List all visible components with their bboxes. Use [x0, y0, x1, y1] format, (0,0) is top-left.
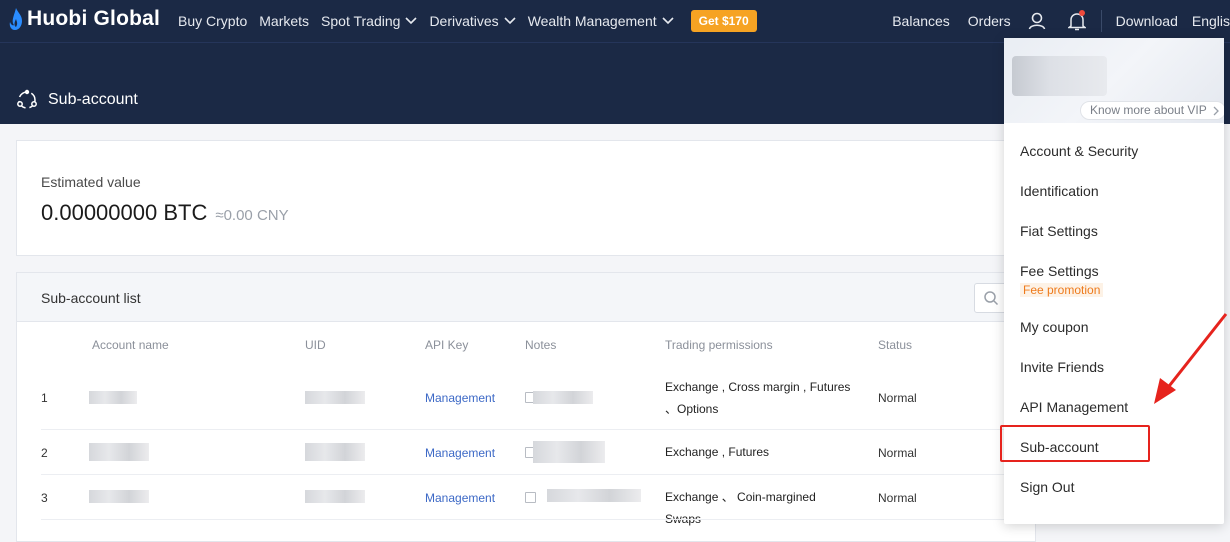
uid-redacted — [305, 391, 365, 404]
btc-value: 0.00000000 BTC — [41, 200, 208, 225]
menu-fiat-settings[interactable]: Fiat Settings — [1020, 223, 1098, 239]
trading-permissions: Exchange , Futures — [665, 445, 770, 459]
user-menu-button[interactable] — [1017, 0, 1057, 42]
nav-label: Spot Trading — [321, 13, 401, 29]
note-redacted — [547, 489, 641, 502]
api-management-link[interactable]: Management — [425, 491, 495, 505]
divider — [1100, 10, 1102, 32]
estimate-value: 0.00000000 BTC ≈0.00 CNY — [41, 200, 289, 226]
row-divider — [41, 519, 1031, 520]
top-navbar: Huobi Global Buy Crypto Markets Spot Tra… — [0, 0, 1230, 42]
nav-buy-crypto[interactable]: Buy Crypto — [178, 13, 247, 29]
status-text: Normal — [878, 446, 917, 460]
user-icon — [1028, 12, 1045, 30]
status-text: Normal — [878, 491, 917, 505]
api-management-link[interactable]: Management — [425, 391, 495, 405]
nav-markets[interactable]: Markets — [259, 13, 309, 29]
trading-permissions: Exchange 、 Coin-margined Swaps — [665, 490, 816, 526]
sub-account-list-card: Sub-account list Account name UID API Ke… — [16, 272, 1036, 542]
nav-right: Balances Orders Download Englis — [892, 0, 1230, 42]
nav-label: Buy Crypto — [178, 13, 248, 29]
account-name-redacted — [89, 490, 149, 503]
status-text: Normal — [878, 391, 917, 405]
promo-button[interactable]: Get $170 — [690, 10, 757, 32]
column-status: Status — [878, 338, 913, 352]
nav-label: Download — [1115, 13, 1178, 29]
logo-text: Huobi Global — [27, 7, 161, 30]
user-profile-header: Know more about VIP — [1004, 38, 1224, 123]
row-divider — [41, 429, 1031, 430]
nav-wealth-management[interactable]: Wealth Management — [528, 13, 674, 29]
nav-label: Markets — [259, 13, 310, 29]
page-title-text: Sub-account — [48, 91, 138, 108]
note-redacted — [533, 391, 593, 404]
nav-label: Balances — [892, 13, 950, 29]
vip-link-label: Know more about VIP — [1090, 103, 1207, 117]
uid-redacted — [305, 490, 365, 503]
flame-icon — [9, 8, 22, 30]
chevron-down-icon — [662, 17, 674, 25]
row-divider — [41, 474, 1031, 475]
chevron-right-icon — [1213, 106, 1219, 116]
nav-label: Orders — [967, 13, 1011, 29]
column-api-key: API Key — [425, 338, 469, 352]
edit-note-icon[interactable] — [525, 492, 536, 503]
nav-label: Englis — [1191, 13, 1230, 29]
menu-api-management[interactable]: API Management — [1020, 399, 1128, 415]
menu-invite-friends[interactable]: Invite Friends — [1020, 359, 1104, 375]
cny-value: ≈0.00 CNY — [215, 207, 289, 224]
annotation-arrow-icon — [1154, 313, 1228, 404]
list-title: Sub-account list — [41, 290, 141, 306]
chevron-down-icon — [405, 17, 418, 25]
column-uid: UID — [305, 338, 326, 352]
fee-promotion-badge: Fee promotion — [1020, 283, 1104, 297]
column-trading-permissions: Trading permissions — [665, 338, 773, 352]
menu-sign-out[interactable]: Sign Out — [1020, 479, 1074, 495]
sub-account-highlight-box — [1000, 425, 1150, 462]
nav-label: Derivatives — [429, 13, 499, 29]
account-name-redacted — [89, 391, 137, 404]
sub-account-icon — [17, 89, 37, 109]
username-redacted — [1012, 56, 1107, 96]
note-redacted — [533, 441, 605, 463]
search-icon — [984, 291, 999, 306]
nav-spot-trading[interactable]: Spot Trading — [321, 13, 418, 29]
page-title: Sub-account — [16, 89, 138, 111]
menu-fee-settings[interactable]: Fee Settings — [1020, 263, 1099, 279]
estimate-label: Estimated value — [41, 174, 141, 190]
nav-language[interactable]: Englis — [1192, 13, 1230, 29]
uid-redacted — [305, 443, 365, 461]
menu-account-security[interactable]: Account & Security — [1020, 143, 1138, 159]
row-index: 1 — [41, 391, 48, 405]
nav-download[interactable]: Download — [1116, 13, 1178, 29]
estimate-card: Estimated value 0.00000000 BTC ≈0.00 CNY — [16, 140, 1036, 256]
api-management-link[interactable]: Management — [425, 446, 495, 460]
nav-balances[interactable]: Balances — [892, 13, 950, 29]
column-account-name: Account name — [92, 338, 169, 352]
menu-identification[interactable]: Identification — [1020, 183, 1099, 199]
huobi-logo[interactable]: Huobi Global — [8, 7, 160, 31]
notification-dot — [1078, 10, 1085, 16]
account-name-redacted — [89, 443, 149, 461]
list-header: Sub-account list — [17, 273, 1035, 322]
nav-derivatives[interactable]: Derivatives — [429, 13, 516, 29]
row-index: 2 — [41, 446, 48, 460]
chevron-down-icon — [504, 17, 516, 25]
menu-my-coupon[interactable]: My coupon — [1020, 319, 1088, 335]
main-nav: Buy Crypto Markets Spot Trading Derivati… — [178, 0, 757, 42]
nav-orders[interactable]: Orders — [968, 13, 1011, 29]
vip-info-link[interactable]: Know more about VIP — [1080, 101, 1224, 120]
column-notes: Notes — [525, 338, 557, 352]
row-index: 3 — [41, 491, 48, 505]
trading-permissions: Exchange , Cross margin , Futures 、Optio… — [665, 380, 851, 416]
notifications-button[interactable] — [1057, 0, 1097, 42]
nav-label: Wealth Management — [527, 13, 657, 29]
